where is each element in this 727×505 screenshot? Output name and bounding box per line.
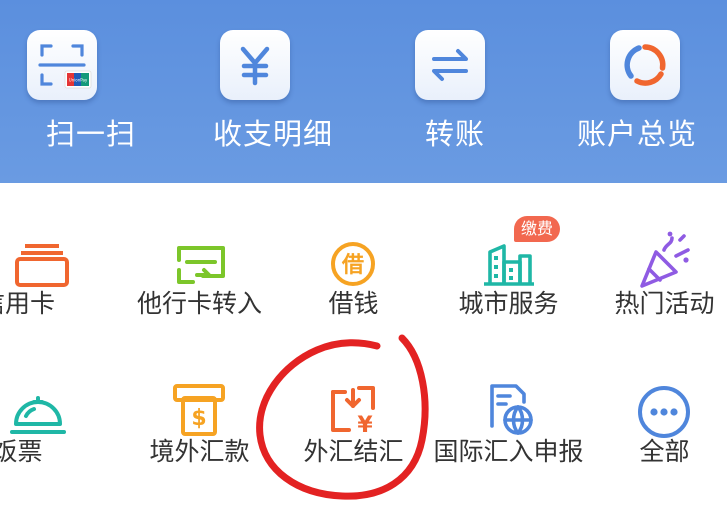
donut-chart-icon xyxy=(610,30,680,100)
scan-icon: UnionPay xyxy=(27,30,97,100)
meal-voucher-label: 饭票 xyxy=(0,437,43,466)
transfer-button[interactable]: 转账 xyxy=(364,0,546,183)
international-inward-remittance-label: 国际汇入申报 xyxy=(433,437,584,466)
credit-card-label: 信用卡 xyxy=(0,289,55,318)
popular-activities-label: 热门活动 xyxy=(614,289,715,318)
international-inward-remittance-service[interactable]: 国际汇入申报 xyxy=(433,344,584,484)
forex-settlement-label: 外汇结汇 xyxy=(303,437,404,466)
scan-button[interactable]: UnionPay 扫一扫 xyxy=(0,0,182,183)
transfer-label: 转账 xyxy=(424,117,485,151)
all-services-label: 全部 xyxy=(639,437,690,466)
scan-label: 扫一扫 xyxy=(45,117,136,151)
yuan-icon xyxy=(220,30,290,100)
borrow-money-service[interactable]: 借 借钱 xyxy=(281,196,426,336)
popular-activities-service[interactable]: 热门活动 xyxy=(592,196,727,336)
payment-badge: 缴费 xyxy=(514,216,561,242)
forex-settlement-service[interactable]: ¥ 外汇结汇 xyxy=(281,344,426,484)
other-bank-transfer-in-label: 他行卡转入 xyxy=(136,289,262,318)
transaction-details-button[interactable]: 收支明细 xyxy=(182,0,364,183)
city-services-label: 城市服务 xyxy=(458,289,559,318)
atm-dollar-glyph: $ xyxy=(191,406,206,431)
account-overview-label: 账户总览 xyxy=(576,117,697,151)
all-services-button[interactable]: 全部 xyxy=(592,344,727,484)
transfer-arrows-icon xyxy=(415,30,485,100)
borrow-money-label: 借钱 xyxy=(328,289,379,318)
quick-actions-header: UnionPay 扫一扫 收支明细 转账 账户总览 xyxy=(0,0,727,183)
unionpay-logo-text: UnionPay xyxy=(69,78,88,83)
overseas-remittance-service[interactable]: $ 境外汇款 xyxy=(127,344,272,484)
borrow-coin-glyph: 借 xyxy=(341,253,364,278)
account-overview-button[interactable]: 账户总览 xyxy=(546,0,727,183)
other-bank-transfer-in-service[interactable]: 他行卡转入 xyxy=(127,196,272,336)
city-services-service[interactable]: 缴费 城市服务 xyxy=(436,196,581,336)
overseas-remittance-label: 境外汇款 xyxy=(149,437,250,466)
transaction-details-label: 收支明细 xyxy=(212,117,333,151)
